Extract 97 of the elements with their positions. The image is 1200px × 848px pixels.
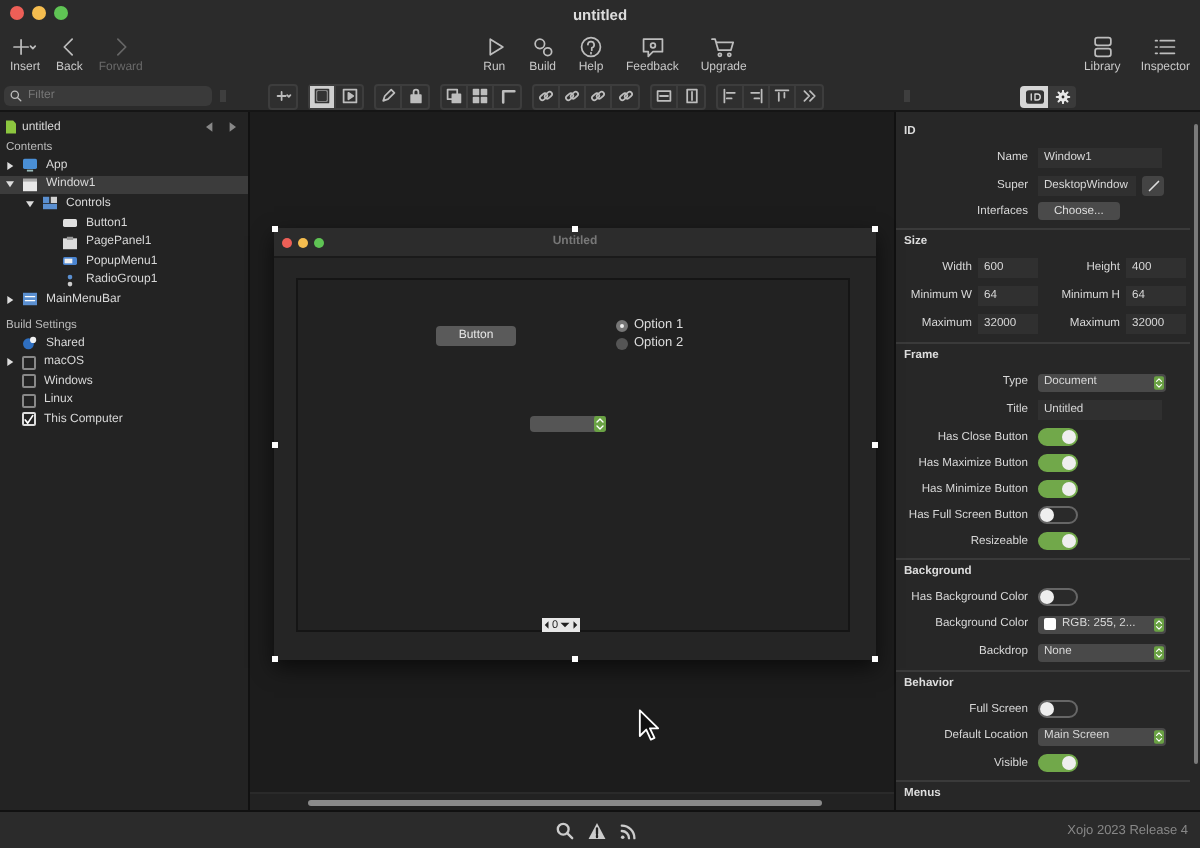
scrollbar[interactable]: [308, 799, 822, 805]
align-top-button[interactable]: [770, 85, 796, 107]
scrollbar[interactable]: [1193, 124, 1197, 764]
menubar-icon: [22, 292, 38, 307]
link-icon: [564, 88, 580, 104]
align-right-button[interactable]: [744, 85, 770, 107]
disclosure-triangle-icon[interactable]: [6, 358, 14, 367]
list-icon: [1152, 36, 1179, 58]
layout-icon: [314, 88, 330, 104]
toggle-switch[interactable]: [1038, 754, 1078, 772]
link-icon: [590, 88, 606, 104]
id-card-icon: [1025, 89, 1043, 103]
resize-handle[interactable]: [572, 656, 578, 662]
checkbox[interactable]: [22, 393, 36, 408]
resize-handle[interactable]: [872, 656, 878, 662]
pagepanel-icon: [62, 235, 78, 250]
align-left-button[interactable]: [718, 85, 744, 107]
app-icon: [22, 158, 38, 173]
up-down-arrows-icon: [1154, 375, 1164, 389]
edit-button[interactable]: [1142, 175, 1164, 195]
link-button[interactable]: [534, 85, 560, 107]
settings-icon: [1053, 89, 1071, 103]
next-arrow-icon[interactable]: [228, 122, 236, 132]
close-window-button[interactable]: [10, 6, 24, 20]
resize-handle[interactable]: [272, 442, 278, 448]
button-icon: [62, 216, 78, 231]
gears-icon: [529, 36, 556, 58]
align-right-icon: [748, 88, 764, 104]
plus-icon: [12, 36, 38, 58]
help-icon: [577, 36, 604, 58]
align-left-icon: [722, 88, 738, 104]
toggle-switch[interactable]: [1038, 506, 1078, 524]
broadcast-icon[interactable]: [620, 821, 638, 839]
double-chevron-icon: [801, 88, 817, 104]
shared-icon: [22, 336, 38, 351]
resize-handle[interactable]: [272, 226, 278, 232]
previous-arrow-icon[interactable]: [206, 122, 214, 132]
disclosure-triangle-icon[interactable]: [6, 180, 14, 189]
close-dot: [282, 237, 292, 247]
plus-icon: [275, 88, 291, 104]
resize-handle[interactable]: [572, 226, 578, 232]
zoom-window-button[interactable]: [54, 6, 68, 20]
up-down-arrows-icon: [1154, 645, 1164, 659]
width-button[interactable]: [652, 85, 678, 107]
warning-icon[interactable]: [588, 821, 606, 839]
pencil-button[interactable]: [376, 85, 402, 107]
zoom-dot: [314, 237, 324, 247]
preview-icon: [341, 88, 357, 104]
minimize-window-button[interactable]: [32, 6, 46, 20]
height-icon: [683, 88, 699, 104]
link-button[interactable]: [586, 85, 612, 107]
resize-handle[interactable]: [872, 442, 878, 448]
disclosure-triangle-icon[interactable]: [6, 161, 14, 170]
mouse-pointer-icon: [638, 708, 660, 742]
lock-icon: [407, 88, 423, 104]
minimize-dot: [298, 237, 308, 247]
toggle-switch[interactable]: [1038, 588, 1078, 606]
controls-icon: [42, 196, 58, 211]
grid-button[interactable]: [468, 85, 494, 107]
tab-order-button[interactable]: [442, 85, 468, 107]
tab-order-icon: [446, 88, 462, 104]
corner-icon: [499, 88, 515, 104]
align-top-icon: [774, 88, 790, 104]
id-tab[interactable]: [1020, 85, 1048, 107]
up-down-arrows-icon: [1154, 617, 1164, 631]
library-icon: [1089, 36, 1116, 58]
layout-view-button[interactable]: [310, 85, 336, 107]
toggle-switch[interactable]: [1038, 480, 1078, 498]
popup-icon: [62, 254, 78, 269]
link-icon: [538, 88, 554, 104]
search-icon: [10, 90, 22, 102]
grid-icon: [472, 88, 488, 104]
toggle-switch[interactable]: [1038, 428, 1078, 446]
up-down-arrows-icon: [594, 416, 606, 432]
cart-icon: [710, 36, 737, 58]
toggle-switch[interactable]: [1038, 454, 1078, 472]
disclosure-triangle-icon[interactable]: [6, 295, 14, 304]
checkbox[interactable]: [22, 355, 36, 370]
link-button[interactable]: [560, 85, 586, 107]
up-down-arrows-icon: [1154, 729, 1164, 743]
search-icon[interactable]: [556, 821, 574, 839]
dropdown-arrow-icon: [560, 622, 571, 628]
pencil-icon: [1147, 179, 1159, 191]
radio-icon: [62, 273, 78, 288]
disclosure-triangle-icon[interactable]: [26, 199, 34, 208]
width-icon: [656, 88, 672, 104]
window-icon: [22, 177, 38, 192]
toggle-switch[interactable]: [1038, 700, 1078, 718]
document-icon: [6, 120, 16, 134]
settings-tab[interactable]: [1048, 85, 1076, 107]
resize-handle[interactable]: [872, 226, 878, 232]
checkbox[interactable]: [22, 374, 36, 389]
link-icon: [617, 88, 633, 104]
pencil-icon: [380, 88, 396, 104]
resize-handle[interactable]: [272, 656, 278, 662]
speech-bubble-icon: [639, 36, 666, 58]
toggle-switch[interactable]: [1038, 532, 1078, 550]
